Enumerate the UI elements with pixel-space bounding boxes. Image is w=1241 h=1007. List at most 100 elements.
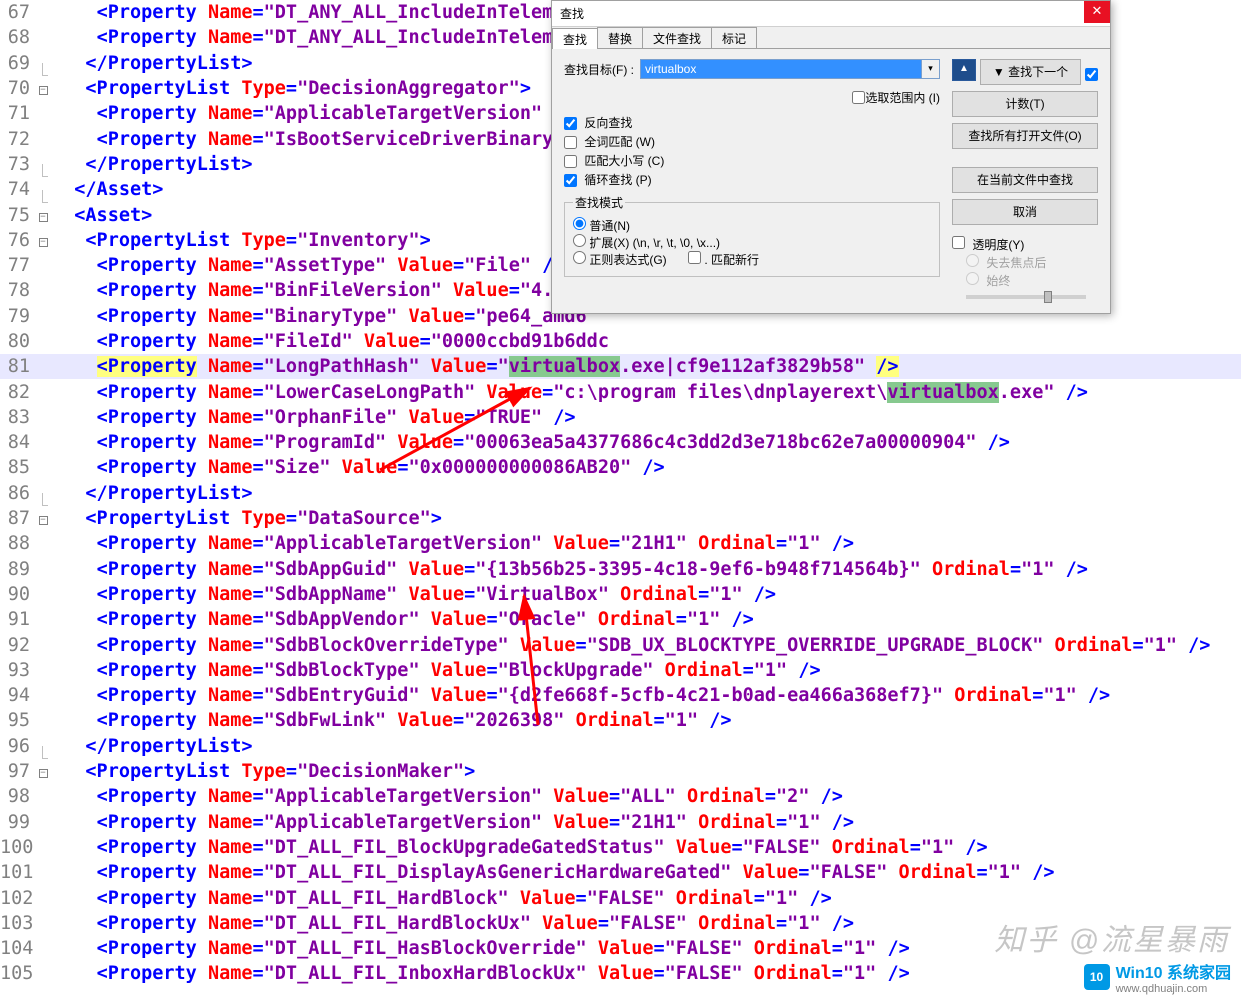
code-line[interactable]: 96 </PropertyList> (0, 734, 1241, 759)
dialog-tab-1[interactable]: 替换 (597, 27, 643, 48)
code-content[interactable]: <PropertyList Type="DecisionMaker"> (52, 761, 1241, 782)
code-line[interactable]: 105 <Property Name="DT_ALL_FIL_InboxHard… (0, 961, 1241, 986)
code-content[interactable]: <Property Name="SdbAppVendor" Value="Ora… (52, 609, 1241, 630)
code-content[interactable]: <Property Name="SdbBlockType" Value="Blo… (52, 660, 1241, 681)
wrap-checkbox[interactable]: 循环查找 (P) (564, 171, 940, 188)
find-target-input[interactable] (640, 59, 922, 79)
fold-gutter[interactable]: − (34, 82, 52, 95)
fold-gutter[interactable]: − (34, 765, 52, 778)
whole-word-checkbox[interactable]: 全词匹配 (W) (564, 133, 940, 150)
code-line[interactable]: 103 <Property Name="DT_ALL_FIL_HardBlock… (0, 911, 1241, 936)
line-number: 82 (0, 382, 34, 403)
transparency-checkbox[interactable]: 透明度(Y) (952, 236, 1098, 253)
code-line[interactable]: 90 <Property Name="SdbAppName" Value="Vi… (0, 582, 1241, 607)
code-content[interactable]: <Property Name="SdbBlockOverrideType" Va… (52, 635, 1241, 656)
code-line[interactable]: 89 <Property Name="SdbAppGuid" Value="{1… (0, 557, 1241, 582)
code-content[interactable]: <Property Name="LongPathHash" Value="vir… (52, 356, 1241, 377)
line-number: 74 (0, 179, 34, 200)
code-line[interactable]: 85 <Property Name="Size" Value="0x000000… (0, 455, 1241, 480)
line-number: 84 (0, 432, 34, 453)
mode-normal-radio[interactable]: 普通(N) (573, 219, 630, 233)
dialog-tab-2[interactable]: 文件查找 (642, 27, 712, 48)
code-content[interactable]: <Property Name="SdbAppName" Value="Virtu… (52, 584, 1241, 605)
find-target-combo[interactable]: ▾ (640, 59, 940, 79)
in-selection-checkbox[interactable]: 选取范围内 (I) (852, 89, 940, 106)
code-line[interactable]: 87− <PropertyList Type="DataSource"> (0, 506, 1241, 531)
code-line[interactable]: 93 <Property Name="SdbBlockType" Value="… (0, 658, 1241, 683)
fold-gutter[interactable]: − (34, 512, 52, 525)
code-content[interactable]: <Property Name="Size" Value="0x000000000… (52, 457, 1241, 478)
find-all-current-button[interactable]: 在当前文件中查找 (952, 167, 1098, 193)
code-content[interactable]: <Property Name="SdbEntryGuid" Value="{d2… (52, 685, 1241, 706)
code-content[interactable]: <Property Name="DT_ALL_FIL_DisplayAsGene… (52, 862, 1241, 883)
code-line[interactable]: 88 <Property Name="ApplicableTargetVersi… (0, 531, 1241, 556)
code-content[interactable]: </PropertyList> (52, 483, 1241, 504)
code-content[interactable]: <Property Name="ApplicableTargetVersion"… (52, 533, 1241, 554)
code-line[interactable]: 95 <Property Name="SdbFwLink" Value="202… (0, 708, 1241, 733)
code-content[interactable]: <Property Name="SdbFwLink" Value="202639… (52, 710, 1241, 731)
line-number: 75 (0, 205, 34, 226)
code-line[interactable]: 102 <Property Name="DT_ALL_FIL_HardBlock… (0, 885, 1241, 910)
close-button[interactable]: ✕ (1084, 1, 1110, 23)
find-next-button[interactable]: ▼ 查找下一个 (980, 59, 1081, 85)
search-mode-group: 查找模式 普通(N) 扩展(X) (\n, \r, \t, \0, \x...)… (564, 194, 940, 277)
find-prev-button[interactable]: ▲ (952, 59, 976, 81)
code-line[interactable]: 91 <Property Name="SdbAppVendor" Value="… (0, 607, 1241, 632)
code-content[interactable]: <Property Name="DT_ALL_FIL_BlockUpgradeG… (52, 837, 1241, 858)
code-line[interactable]: 82 <Property Name="LowerCaseLongPath" Va… (0, 379, 1241, 404)
code-content[interactable]: <Property Name="SdbAppGuid" Value="{13b5… (52, 559, 1241, 580)
code-line[interactable]: 80 <Property Name="FileId" Value="0000cc… (0, 329, 1241, 354)
code-content[interactable]: <Property Name="ApplicableTargetVersion"… (52, 812, 1241, 833)
fold-gutter[interactable]: − (34, 209, 52, 222)
code-line[interactable]: 94 <Property Name="SdbEntryGuid" Value="… (0, 683, 1241, 708)
dialog-tab-0[interactable]: 查找 (552, 28, 598, 49)
code-line[interactable]: 92 <Property Name="SdbBlockOverrideType"… (0, 632, 1241, 657)
code-line[interactable]: 86 </PropertyList> (0, 481, 1241, 506)
code-content[interactable]: <Property Name="DT_ALL_FIL_HardBlock" Va… (52, 888, 1241, 909)
code-content[interactable]: <Property Name="DT_ALL_FIL_HardBlockUx" … (52, 913, 1241, 934)
code-line[interactable]: 83 <Property Name="OrphanFile" Value="TR… (0, 405, 1241, 430)
code-line[interactable]: 84 <Property Name="ProgramId" Value="000… (0, 430, 1241, 455)
line-number: 97 (0, 761, 34, 782)
code-line[interactable]: 81 <Property Name="LongPathHash" Value="… (0, 354, 1241, 379)
line-number: 68 (0, 27, 34, 48)
code-line[interactable]: 97− <PropertyList Type="DecisionMaker"> (0, 759, 1241, 784)
code-line[interactable]: 104 <Property Name="DT_ALL_FIL_HasBlockO… (0, 936, 1241, 961)
code-content[interactable]: <Property Name="ApplicableTargetVersion"… (52, 786, 1241, 807)
line-number: 98 (0, 786, 34, 807)
code-content[interactable]: <Property Name="DT_ALL_FIL_HasBlockOverr… (52, 938, 1241, 959)
code-content[interactable]: <Property Name="OrphanFile" Value="TRUE"… (52, 407, 1241, 428)
backward-checkbox[interactable]: 反向查找 (564, 114, 940, 131)
code-line[interactable]: 100 <Property Name="DT_ALL_FIL_BlockUpgr… (0, 835, 1241, 860)
line-number: 85 (0, 457, 34, 478)
fold-gutter[interactable]: − (34, 234, 52, 247)
count-button[interactable]: 计数(T) (952, 91, 1098, 117)
code-line[interactable]: 99 <Property Name="ApplicableTargetVersi… (0, 810, 1241, 835)
match-case-checkbox[interactable]: 匹配大小写 (C) (564, 152, 940, 169)
code-content[interactable]: <Property Name="FileId" Value="0000ccbd9… (52, 331, 1241, 352)
code-content[interactable]: <PropertyList Type="DataSource"> (52, 508, 1241, 529)
mode-extended-radio[interactable]: 扩展(X) (\n, \r, \t, \0, \x...) (573, 236, 720, 250)
dialog-tab-3[interactable]: 标记 (711, 27, 757, 48)
dialog-title[interactable]: 查找 (552, 1, 1110, 27)
code-content[interactable]: </PropertyList> (52, 736, 1241, 757)
mode-regex-radio[interactable]: 正则表达式(G) (573, 253, 667, 267)
find-all-open-button[interactable]: 查找所有打开文件(O) (952, 123, 1098, 149)
line-number: 91 (0, 609, 34, 630)
find-next-pin-checkbox[interactable] (1085, 64, 1098, 85)
find-target-label: 查找目标(F) : (564, 61, 634, 78)
code-content[interactable]: <Property Name="ProgramId" Value="00063e… (52, 432, 1241, 453)
line-number: 86 (0, 483, 34, 504)
line-number: 102 (0, 888, 34, 909)
combo-dropdown-icon[interactable]: ▾ (922, 59, 940, 79)
cancel-button[interactable]: 取消 (952, 199, 1098, 225)
code-content[interactable]: <Property Name="LowerCaseLongPath" Value… (52, 382, 1241, 403)
find-dialog: 查找 ✕ 查找替换文件查找标记 查找目标(F) : ▾ 选取范围内 (I) (551, 0, 1111, 314)
transparency-slider[interactable] (966, 295, 1086, 299)
dotall-checkbox[interactable]: . 匹配新行 (688, 253, 759, 267)
line-number: 73 (0, 154, 34, 175)
code-line[interactable]: 98 <Property Name="ApplicableTargetVersi… (0, 784, 1241, 809)
code-content[interactable]: <Property Name="DT_ALL_FIL_InboxHardBloc… (52, 963, 1241, 984)
code-line[interactable]: 101 <Property Name="DT_ALL_FIL_DisplayAs… (0, 860, 1241, 885)
line-number: 88 (0, 533, 34, 554)
